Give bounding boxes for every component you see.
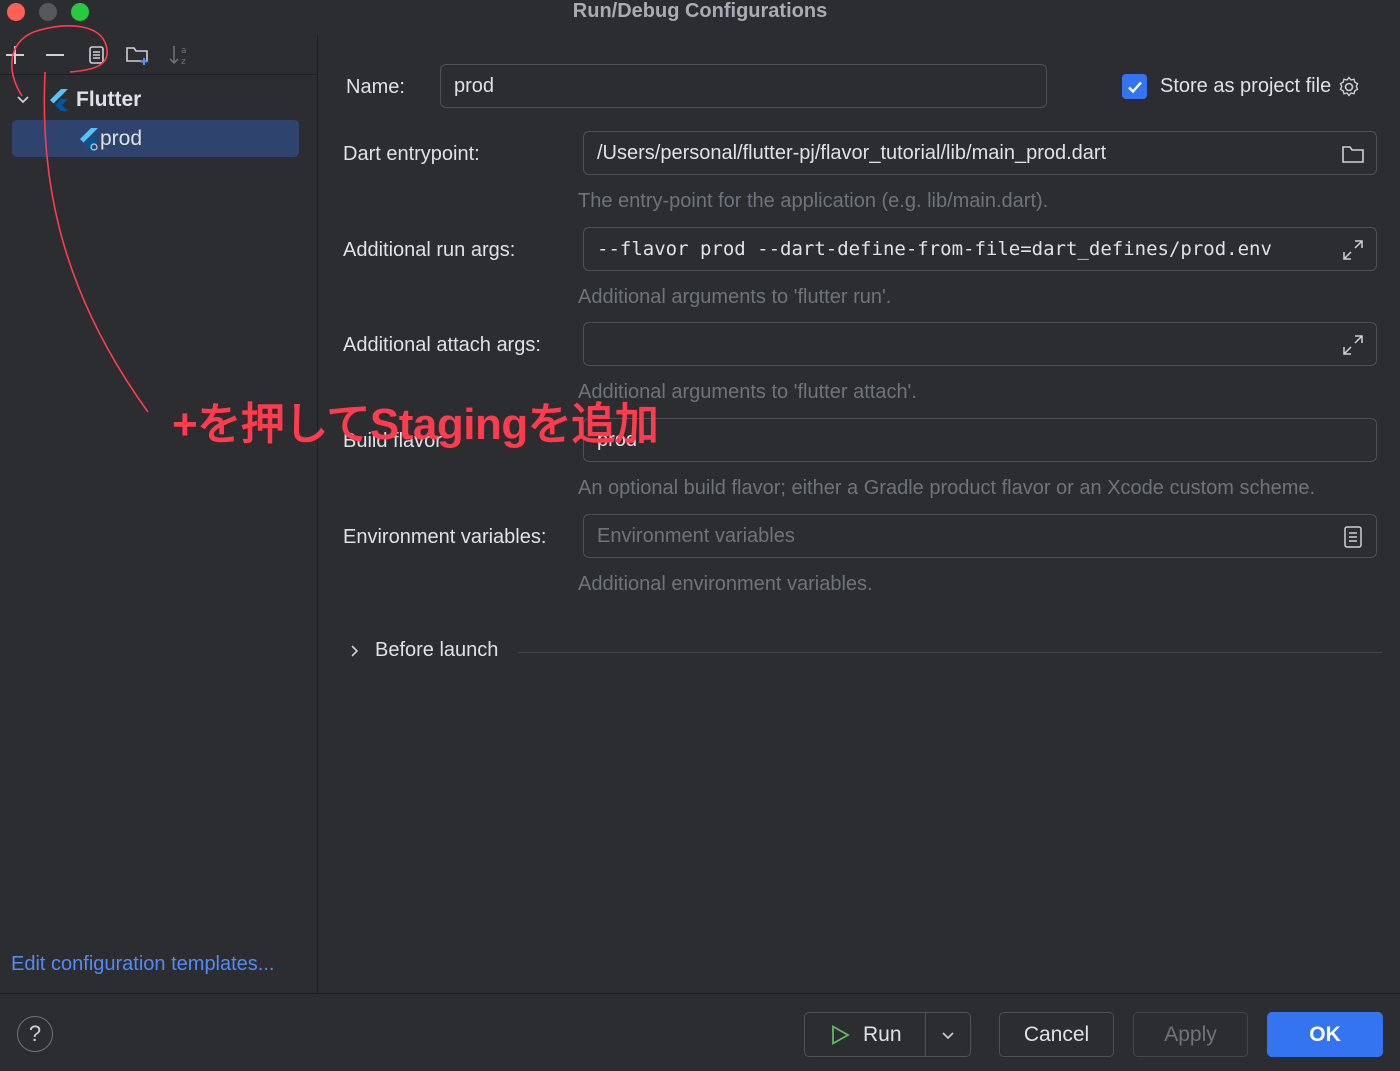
- configurations-sidebar: az Flutter prod Edit configuration templ…: [0, 35, 318, 993]
- edit-templates-link[interactable]: Edit configuration templates...: [11, 953, 274, 976]
- svg-text:z: z: [181, 57, 186, 67]
- run-args-value: --flavor prod --dart-define-from-file=da…: [597, 238, 1272, 260]
- play-icon: [832, 1024, 850, 1045]
- store-label: Store as project file: [1160, 75, 1332, 97]
- attach-args-input[interactable]: [583, 322, 1377, 366]
- build-flavor-hint: An optional build flavor; either a Gradl…: [578, 477, 1316, 499]
- ok-button[interactable]: OK: [1267, 1012, 1383, 1057]
- tree-item-label: prod: [100, 126, 143, 150]
- entrypoint-label: Dart entrypoint:: [343, 143, 480, 165]
- folder-icon[interactable]: [1340, 141, 1366, 167]
- document-icon[interactable]: [1340, 524, 1366, 550]
- run-args-hint: Additional arguments to 'flutter run'.: [578, 286, 892, 308]
- build-flavor-input[interactable]: prod: [583, 418, 1377, 462]
- run-dropdown-button[interactable]: [926, 1013, 970, 1056]
- sidebar-toolbar: az: [0, 35, 318, 75]
- gear-icon[interactable]: [1337, 75, 1361, 99]
- flutter-icon: [50, 89, 68, 111]
- run-args-label: Additional run args:: [343, 239, 516, 261]
- before-launch-section[interactable]: Before launch: [347, 639, 498, 662]
- before-launch-label: Before launch: [375, 639, 499, 661]
- store-as-project-file[interactable]: Store as project file: [1122, 74, 1361, 99]
- bottom-divider: [0, 993, 1400, 994]
- entrypoint-value: /Users/personal/flutter-pj/flavor_tutori…: [597, 141, 1107, 164]
- folder-add-icon[interactable]: [124, 41, 152, 69]
- tree-item-prod[interactable]: prod: [12, 120, 299, 157]
- checkmark-icon: [1127, 81, 1142, 93]
- chevron-down-icon[interactable]: [14, 91, 32, 109]
- expand-icon[interactable]: [1340, 332, 1366, 358]
- copy-icon[interactable]: [82, 41, 110, 69]
- tree-group-label: Flutter: [76, 88, 142, 111]
- annotation-text: +を押してStagingを追加: [172, 400, 659, 449]
- chevron-down-icon: [942, 1031, 954, 1039]
- entrypoint-hint: The entry-point for the application (e.g…: [578, 190, 1049, 212]
- expand-icon[interactable]: [1340, 237, 1366, 263]
- plus-icon[interactable]: [1, 41, 29, 69]
- tree-group-flutter[interactable]: Flutter: [14, 82, 141, 118]
- env-vars-input[interactable]: Environment variables: [583, 514, 1377, 558]
- svg-text:a: a: [181, 46, 187, 56]
- env-vars-placeholder: Environment variables: [597, 524, 795, 547]
- minus-icon[interactable]: [41, 41, 69, 69]
- name-input[interactable]: prod: [440, 64, 1047, 108]
- name-input-value: prod: [454, 74, 495, 97]
- chevron-right-icon[interactable]: [347, 643, 363, 659]
- env-vars-label: Environment variables:: [343, 526, 547, 548]
- run-split-button: Run: [804, 1012, 971, 1057]
- flutter-config-icon: [80, 127, 98, 151]
- run-args-input[interactable]: --flavor prod --dart-define-from-file=da…: [583, 227, 1377, 271]
- apply-button[interactable]: Apply: [1133, 1012, 1248, 1057]
- title-bar: Run/Debug Configurations: [0, 0, 1400, 24]
- cancel-button[interactable]: Cancel: [999, 1012, 1114, 1057]
- help-button[interactable]: ?: [17, 1016, 53, 1052]
- sort-alpha-icon[interactable]: az: [166, 41, 194, 69]
- store-checkbox[interactable]: [1122, 74, 1147, 99]
- run-button[interactable]: Run: [805, 1013, 927, 1056]
- entrypoint-input[interactable]: /Users/personal/flutter-pj/flavor_tutori…: [583, 131, 1377, 175]
- run-button-label: Run: [863, 1022, 902, 1046]
- env-vars-hint: Additional environment variables.: [578, 573, 873, 595]
- before-launch-divider: [518, 652, 1382, 653]
- attach-args-label: Additional attach args:: [343, 334, 541, 356]
- name-label: Name:: [346, 76, 405, 98]
- window-title: Run/Debug Configurations: [572, 0, 828, 22]
